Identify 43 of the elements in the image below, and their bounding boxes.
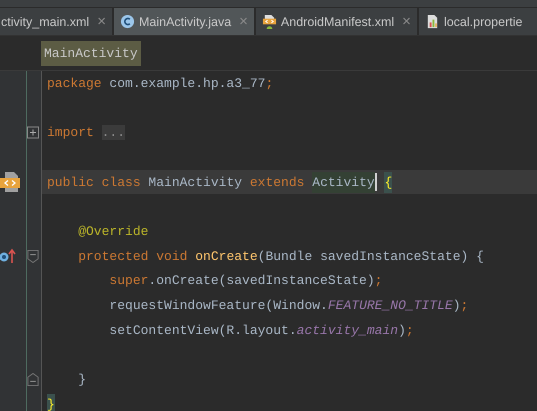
folded-code-button[interactable]: ...: [102, 125, 126, 140]
close-tab-button[interactable]: ×: [239, 13, 248, 30]
semicolon-text: ;: [460, 298, 468, 314]
code-text: requestWindowFeature(Window.: [108, 298, 328, 314]
constant-text: activity_main: [296, 322, 398, 338]
annotation-text: @Override: [77, 224, 148, 239]
matched-brace: }: [47, 394, 55, 411]
class-icon: [120, 14, 135, 29]
keyword-text: protected void: [77, 248, 188, 264]
method-name: onCreate: [195, 248, 258, 264]
constant-text: FEATURE_NO_TITLE: [328, 298, 453, 314]
keyword-text: import: [47, 125, 94, 140]
code-text: (Bundle savedInstanceState) {: [258, 248, 484, 264]
breadcrumb[interactable]: MainActivity: [41, 40, 141, 66]
expand-fold-icon[interactable]: [27, 126, 39, 140]
code-text: ): [398, 322, 406, 338]
keyword-text: package: [47, 76, 102, 91]
semicolon-text: ;: [406, 322, 414, 338]
editor-tab[interactable]: local.propertie: [418, 8, 537, 35]
close-tab-button[interactable]: ×: [402, 13, 411, 30]
code-text: com.example.hp.a3_77: [108, 76, 266, 91]
collapse-fold-icon[interactable]: [27, 373, 39, 386]
keyword-text: public class: [47, 174, 141, 190]
layout-file-icon[interactable]: [0, 171, 22, 194]
editor-tab[interactable]: AndroidManifest.xml ×: [256, 8, 417, 35]
manifest-file-icon: [262, 14, 277, 29]
code-text: .onCreate(savedInstanceState): [148, 273, 375, 288]
code-text: ): [452, 298, 460, 314]
highlighted-identifier: Activity: [312, 172, 375, 193]
keyword-text: extends: [250, 174, 306, 190]
close-tab-button[interactable]: ×: [97, 13, 106, 30]
semicolon-text: ;: [374, 273, 382, 288]
text-caret: [374, 173, 377, 192]
override-method-icon[interactable]: [0, 248, 18, 264]
code-text: MainActivity: [147, 174, 244, 190]
code-text: }: [77, 372, 86, 388]
keyword-text: super: [108, 273, 148, 288]
code-text: setContentView(R.layout.: [108, 322, 297, 338]
collapse-fold-icon[interactable]: [27, 250, 39, 263]
matched-brace: {: [384, 172, 392, 193]
editor-tab[interactable]: MainActivity.java ×: [114, 8, 254, 35]
editor-tab[interactable]: ctivity_main.xml ×: [0, 8, 112, 35]
semicolon-text: ;: [265, 76, 274, 91]
